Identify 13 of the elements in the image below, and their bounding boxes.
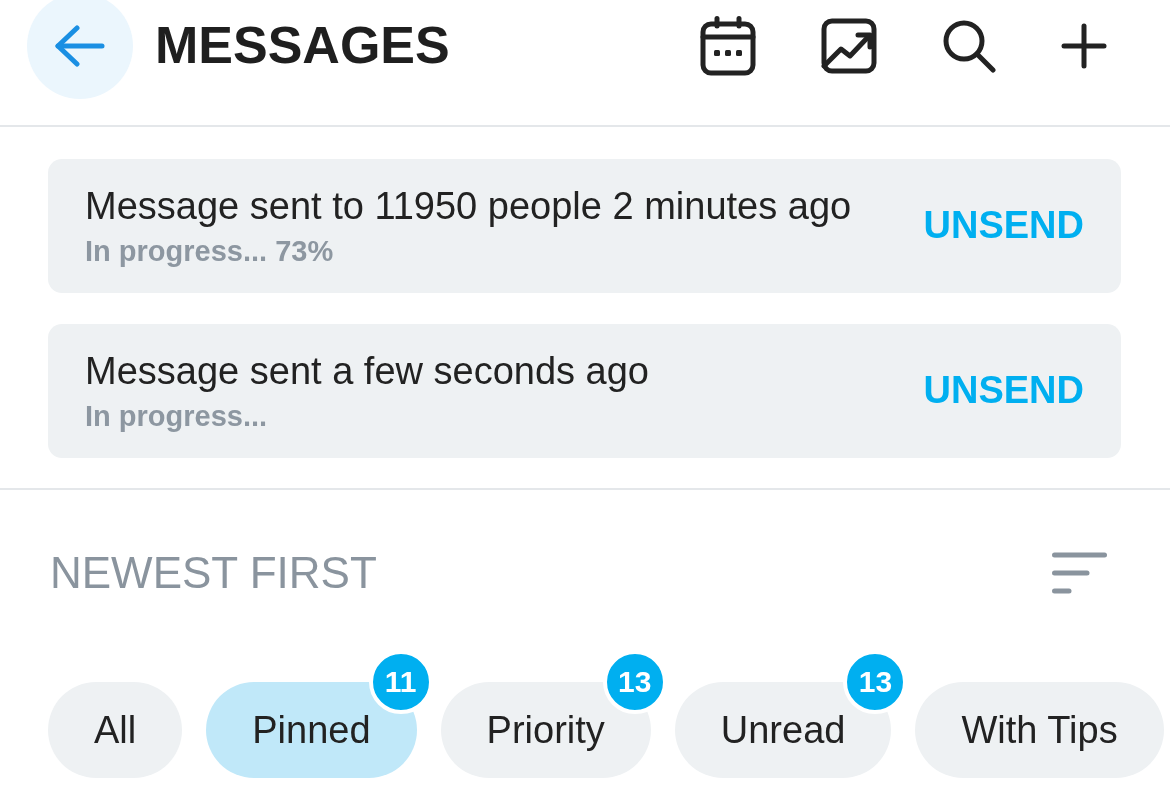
progress-text: In progress... 73% [85,233,335,269]
search-icon[interactable] [942,19,996,73]
filter-chip[interactable]: With Tips [915,682,1164,778]
notice-text: Message sent a few seconds ago [85,348,649,393]
sort-icon[interactable] [1052,552,1107,594]
progress-text: In progress... [85,398,269,434]
plus-icon[interactable] [1061,23,1107,69]
calendar-icon[interactable] [700,16,756,76]
notice-text: Message sent to 11950 people 2 minutes ago [85,183,852,228]
filter-chip[interactable]: All [48,682,183,778]
chart-icon[interactable] [821,18,877,74]
page-title: MESSAGES [155,17,450,75]
sort-label: NEWEST FIRST [50,547,377,599]
